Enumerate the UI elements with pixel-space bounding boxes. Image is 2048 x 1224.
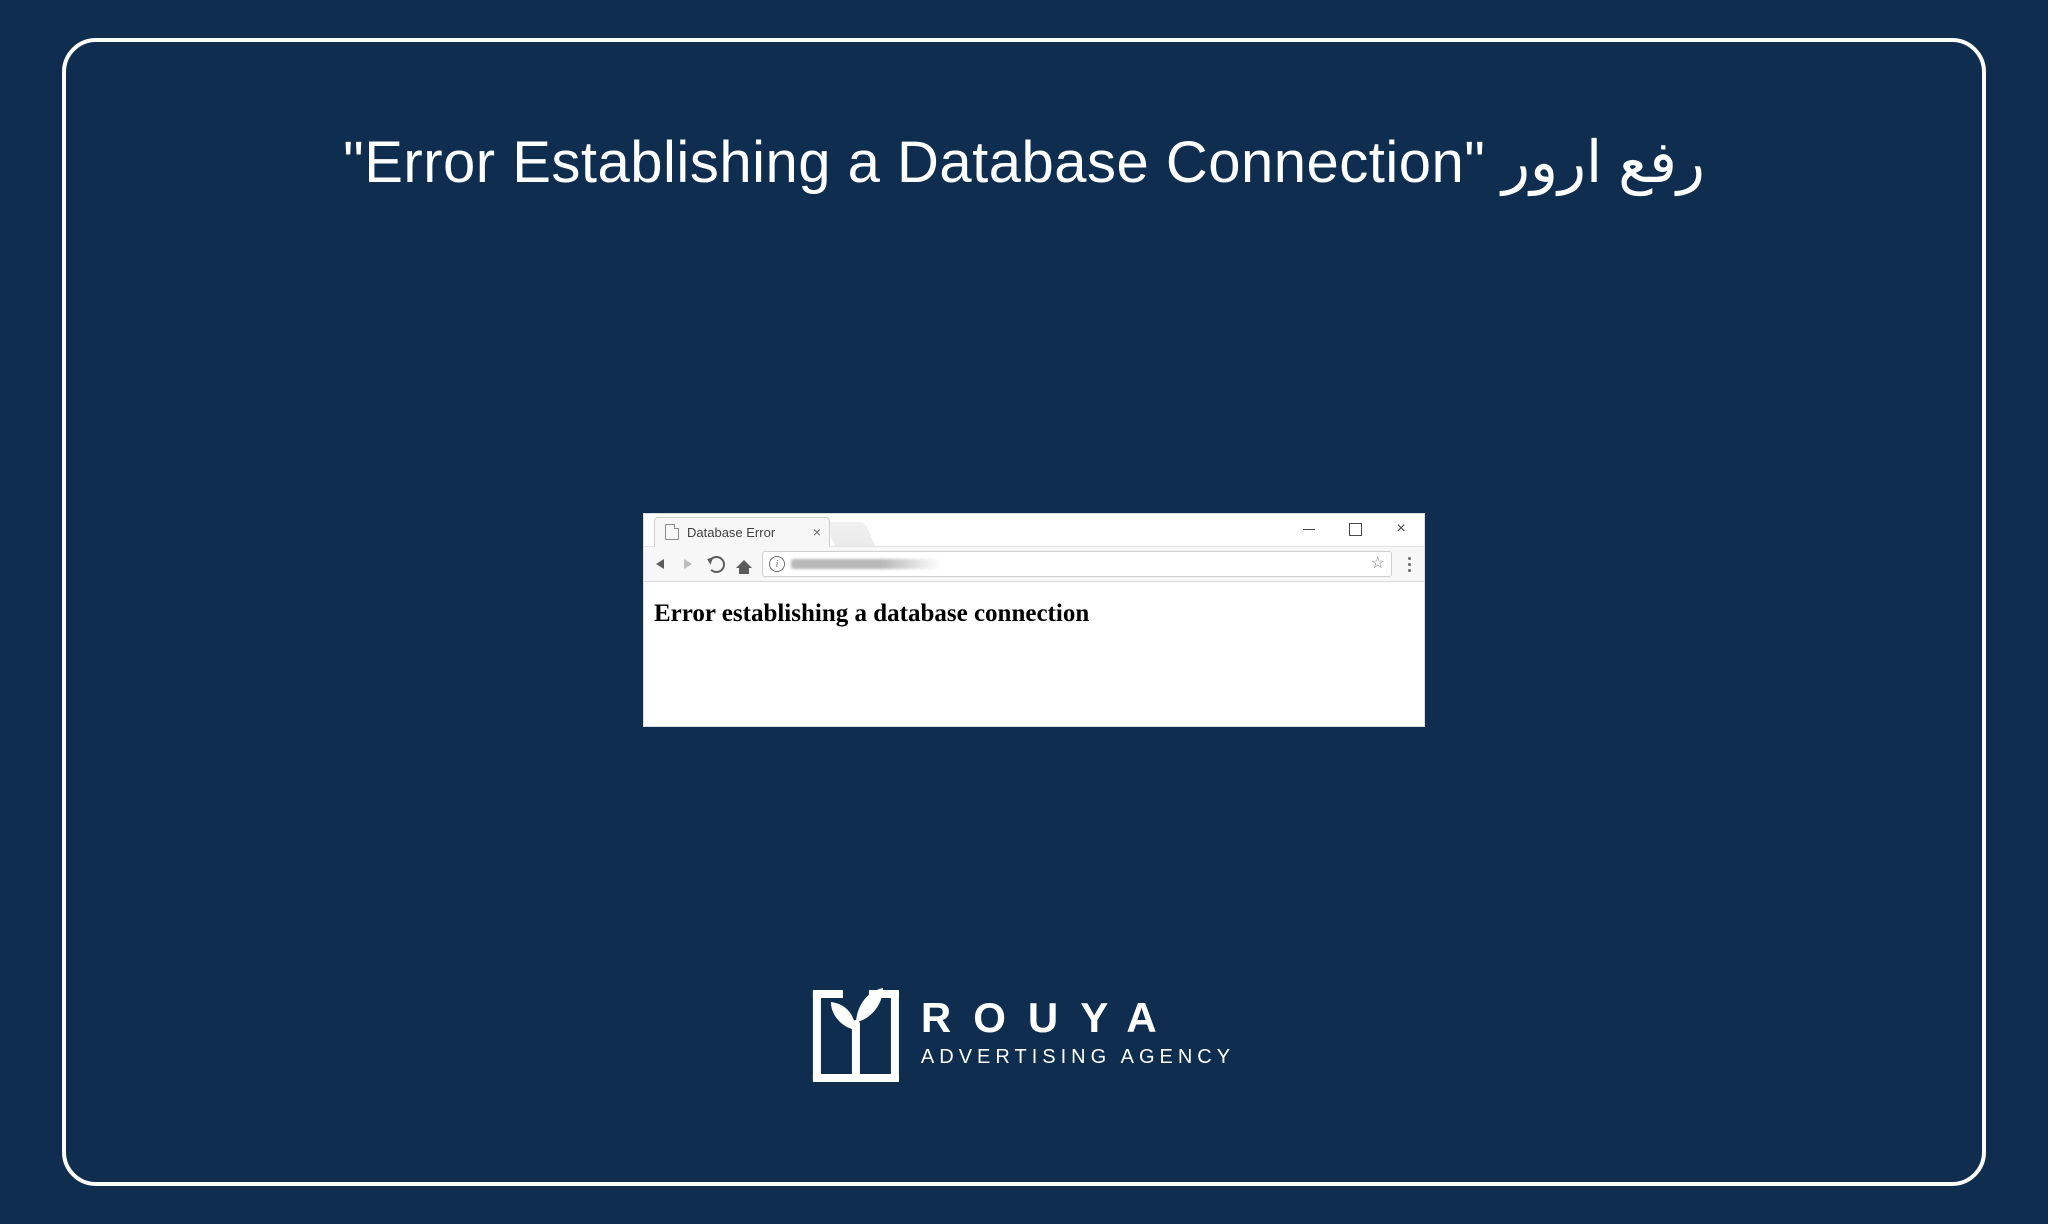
- tab-title: Database Error: [687, 525, 809, 540]
- window-minimize-button[interactable]: [1286, 514, 1332, 544]
- bookmark-star-icon[interactable]: ☆: [1371, 556, 1385, 572]
- agency-logo: ROUYA ADVERTISING AGENCY: [813, 982, 1235, 1082]
- logo-mark-icon: [813, 982, 899, 1082]
- page-title: "Error Establishing a Database Connectio…: [66, 128, 1982, 196]
- error-message: Error establishing a database connection: [654, 600, 1414, 628]
- browser-toolbar: i ☆: [644, 547, 1424, 582]
- home-button[interactable]: [734, 554, 754, 574]
- site-info-icon[interactable]: i: [769, 556, 785, 572]
- sprout-icon: [825, 982, 887, 1074]
- reload-button[interactable]: [706, 554, 726, 574]
- logo-brand-name: ROUYA: [921, 997, 1235, 1039]
- address-bar[interactable]: i ☆: [762, 551, 1392, 577]
- browser-window: Database Error × × i: [644, 514, 1424, 726]
- logo-text: ROUYA ADVERTISING AGENCY: [921, 997, 1235, 1067]
- reload-icon: [708, 556, 725, 573]
- logo-tagline: ADVERTISING AGENCY: [921, 1047, 1235, 1067]
- content-frame: "Error Establishing a Database Connectio…: [62, 38, 1986, 1186]
- back-button[interactable]: [650, 554, 670, 574]
- window-close-button[interactable]: ×: [1378, 514, 1424, 544]
- close-tab-icon[interactable]: ×: [813, 525, 821, 539]
- browser-menu-button[interactable]: [1400, 557, 1418, 572]
- forward-button[interactable]: [678, 554, 698, 574]
- url-text-redacted: [791, 559, 941, 569]
- file-icon: [665, 524, 679, 540]
- home-icon: [736, 560, 752, 568]
- window-title-bar: Database Error × ×: [644, 514, 1424, 547]
- browser-tab[interactable]: Database Error ×: [654, 517, 830, 547]
- arrow-right-icon: [684, 559, 692, 569]
- window-maximize-button[interactable]: [1332, 514, 1378, 544]
- arrow-left-icon: [656, 559, 664, 569]
- page-viewport: Error establishing a database connection: [644, 582, 1424, 638]
- inactive-tab-hint: [825, 522, 876, 546]
